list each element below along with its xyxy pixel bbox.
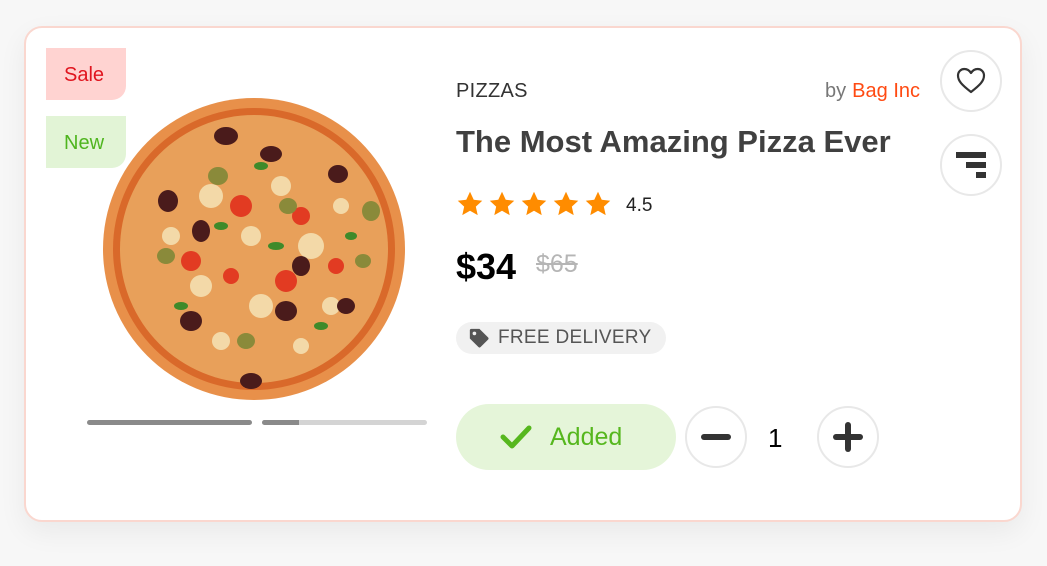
- check-icon: [500, 425, 532, 449]
- compare-icon: [956, 152, 986, 178]
- compare-button[interactable]: [940, 134, 1002, 196]
- heart-icon: [956, 67, 986, 94]
- product-category[interactable]: PIZZAS: [456, 80, 528, 103]
- delivery-label: FREE DELIVERY: [498, 327, 652, 348]
- product-card: Sale New PIZZAS by Bag Inc The Most Amaz…: [24, 26, 1022, 522]
- increase-quantity-button[interactable]: [817, 406, 879, 468]
- star-icon: [457, 191, 483, 216]
- vendor-link[interactable]: Bag Inc: [852, 80, 920, 102]
- free-delivery-badge: FREE DELIVERY: [456, 322, 666, 354]
- product-title[interactable]: The Most Amazing Pizza Ever: [456, 124, 891, 160]
- quantity-value[interactable]: 1: [768, 423, 782, 454]
- current-price: $34: [456, 246, 517, 287]
- wishlist-button[interactable]: [940, 50, 1002, 112]
- pizza-image: [103, 98, 405, 400]
- star-icon: [585, 191, 611, 216]
- vendor-info: by Bag Inc: [825, 80, 920, 103]
- image-slide-2-indicator[interactable]: [262, 420, 427, 425]
- vendor-prefix: by: [825, 80, 847, 102]
- star-icon: [489, 191, 515, 216]
- product-image[interactable]: [87, 80, 427, 410]
- image-slide-1-indicator[interactable]: [87, 420, 252, 425]
- tag-icon: [469, 328, 489, 348]
- rating-value: 4.5: [626, 195, 653, 216]
- rating-stars: [456, 190, 612, 218]
- minus-icon: [701, 434, 731, 440]
- star-icon: [521, 191, 547, 216]
- added-to-cart-button[interactable]: Added: [456, 404, 676, 470]
- decrease-quantity-button[interactable]: [685, 406, 747, 468]
- old-price: $65: [536, 250, 578, 278]
- plus-icon: [833, 422, 863, 452]
- star-icon: [553, 191, 579, 216]
- added-label: Added: [550, 422, 623, 451]
